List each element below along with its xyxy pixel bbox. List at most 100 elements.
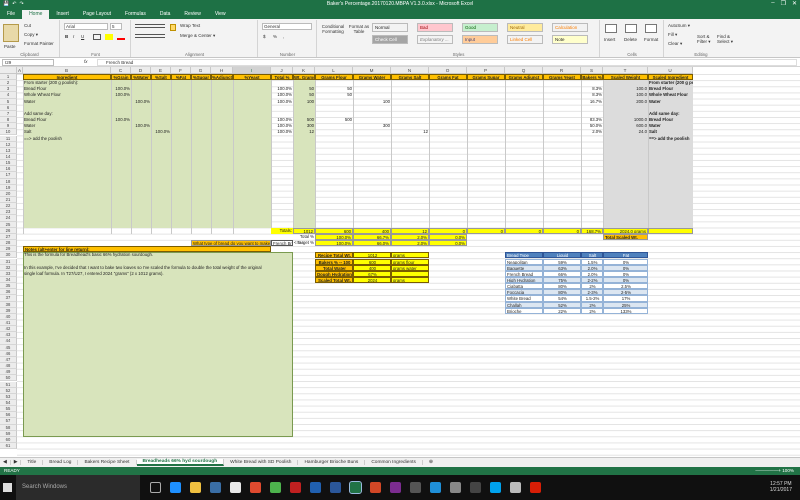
value-cell[interactable]: 12 (391, 129, 429, 135)
delete-button[interactable]: Delete (624, 37, 637, 42)
column-header[interactable]: K (293, 67, 315, 74)
style-good[interactable]: Good (462, 23, 498, 32)
notes-box[interactable] (23, 252, 293, 437)
app-blue-icon[interactable] (310, 482, 321, 493)
value-cell[interactable]: 12 (293, 129, 315, 135)
column-header[interactable]: C (111, 67, 131, 74)
italic-button[interactable]: I (73, 34, 74, 39)
format-as-table-button[interactable]: Format as Table (348, 24, 370, 34)
target-pct-k[interactable]: 100.0% (315, 240, 353, 247)
bread-table-value[interactable]: 22% (543, 307, 581, 314)
tab-page-layout[interactable]: Page Layout (76, 10, 118, 19)
find-select-button[interactable]: Find & Select ▾ (717, 34, 735, 44)
fill-color-icon[interactable] (105, 34, 113, 40)
align-left-icon[interactable] (135, 34, 165, 38)
paste-icon[interactable] (3, 24, 19, 42)
bread-table-value[interactable]: 2% (581, 307, 603, 314)
row-header[interactable]: 61 (0, 443, 17, 450)
column-header[interactable]: F (171, 67, 191, 74)
paste-button[interactable]: Paste (4, 44, 16, 49)
font-name-select[interactable]: Arial (64, 23, 108, 30)
value-cell[interactable]: 100.0% (131, 99, 151, 105)
value-cell[interactable]: 500 (315, 117, 353, 123)
add-sheet-icon[interactable]: ⊕ (423, 460, 439, 465)
header-cell[interactable]: %Grain (111, 74, 131, 81)
edge-icon[interactable] (170, 482, 181, 493)
bread-type-select[interactable]: French Bread (271, 240, 293, 247)
format-cells-icon[interactable] (645, 24, 657, 33)
target-pct-label-text[interactable]: Target % (293, 240, 315, 246)
total-blank[interactable] (648, 227, 693, 234)
header-cell[interactable]: %Sugar (191, 74, 211, 81)
value-cell[interactable]: 100.0% (111, 117, 131, 123)
name-box[interactable]: I29 (2, 59, 54, 66)
tab-formulas[interactable]: Formulas (118, 10, 153, 19)
chrome-icon[interactable] (270, 482, 281, 493)
column-header[interactable]: Q (505, 67, 543, 74)
clear-button[interactable]: Clear ▾ (668, 41, 682, 47)
next-sheet-icon[interactable]: ▶ (11, 460, 22, 465)
prev-sheet-icon[interactable]: ◀ (0, 460, 11, 465)
fill-button[interactable]: Fill ▾ (668, 32, 677, 38)
value-cell[interactable]: 100.0% (271, 129, 293, 135)
total-sugar[interactable]: 0 (467, 227, 505, 234)
total-yeast[interactable]: 0 (543, 227, 581, 234)
file-explorer-icon[interactable] (190, 482, 201, 493)
search-windows-box[interactable]: Search Windows (16, 475, 140, 500)
sheet-tab-title[interactable]: Title (21, 460, 44, 465)
value-cell[interactable]: 200.0 (603, 99, 648, 105)
bread-type-name[interactable]: Brioche (505, 307, 543, 314)
app-gray-icon[interactable] (410, 482, 421, 493)
tab-home[interactable]: Home (22, 10, 50, 19)
value-cell[interactable]: 100 (293, 99, 315, 105)
value-cell[interactable]: 100 (353, 99, 391, 105)
recipe-unit[interactable]: grams (391, 276, 429, 284)
target-pct-salt[interactable]: 2.0% (391, 240, 429, 247)
onenote-icon[interactable] (390, 482, 401, 493)
autosum-button[interactable]: AutoSum ▾ (668, 23, 690, 29)
font-color-icon[interactable] (117, 34, 125, 40)
bold-button[interactable]: B (65, 34, 68, 39)
word-icon[interactable] (330, 482, 341, 493)
header-cell[interactable]: %Adjunct (211, 74, 233, 81)
style-input[interactable]: Input (462, 35, 498, 44)
total-scaled-label[interactable]: Total Scaled Wt. (603, 233, 648, 241)
style-calculation[interactable]: Calculation (552, 23, 588, 32)
app-misc-icon[interactable] (450, 482, 461, 493)
column-header[interactable]: U (648, 67, 693, 74)
target-pct-fat[interactable]: 0.0% (429, 240, 467, 247)
firefox-icon[interactable] (250, 482, 261, 493)
windows-start-icon[interactable] (3, 483, 12, 492)
style-explanatory[interactable]: Explanatory ... (417, 35, 453, 44)
header-cell[interactable]: Grams Salt (391, 74, 429, 81)
header-cell[interactable]: Bakers % (581, 74, 603, 81)
sheet-tab-hamburger[interactable]: Hamburger Brioche Buns (298, 460, 366, 465)
cut-button[interactable]: Cut (24, 23, 31, 28)
clock[interactable]: 12:57 PM 1/21/2017 (770, 481, 792, 493)
column-header[interactable]: R (543, 67, 581, 74)
value-cell[interactable]: 2.0% (581, 129, 603, 135)
merge-center-button[interactable]: Merge & Center ▾ (180, 33, 215, 39)
copy-button[interactable]: Copy ▾ (24, 32, 38, 38)
app-red-icon[interactable] (290, 482, 301, 493)
conditional-formatting-button[interactable]: Conditional Formatting (320, 24, 346, 34)
style-check-cell[interactable]: Check Cell (372, 35, 408, 44)
style-linked-cell[interactable]: Linked Cell (507, 35, 543, 44)
value-cell[interactable]: 16.7% (581, 99, 603, 105)
app-crimson-icon[interactable] (530, 482, 541, 493)
recipe-label[interactable]: Scaled Total Wt. (315, 276, 353, 284)
outlook-icon[interactable] (430, 482, 441, 493)
value-cell[interactable]: 100.0% (151, 129, 171, 135)
insert-cells-icon[interactable] (605, 24, 617, 33)
value-cell[interactable]: 24.0 (603, 129, 648, 135)
maximize-button[interactable]: ❐ (781, 0, 786, 7)
app-icon[interactable] (230, 482, 241, 493)
app-cyan-icon[interactable] (490, 482, 501, 493)
comma-button[interactable]: , (283, 34, 284, 39)
underline-button[interactable]: U (81, 34, 84, 39)
select-all-corner[interactable] (0, 67, 17, 74)
header-cell[interactable]: Grams Water (353, 74, 391, 81)
ingredient-cell[interactable]: ==> add the poolish (648, 136, 693, 142)
sheet-tab-bread-log[interactable]: Bread Log (43, 460, 79, 465)
app-dark-icon[interactable] (470, 482, 481, 493)
